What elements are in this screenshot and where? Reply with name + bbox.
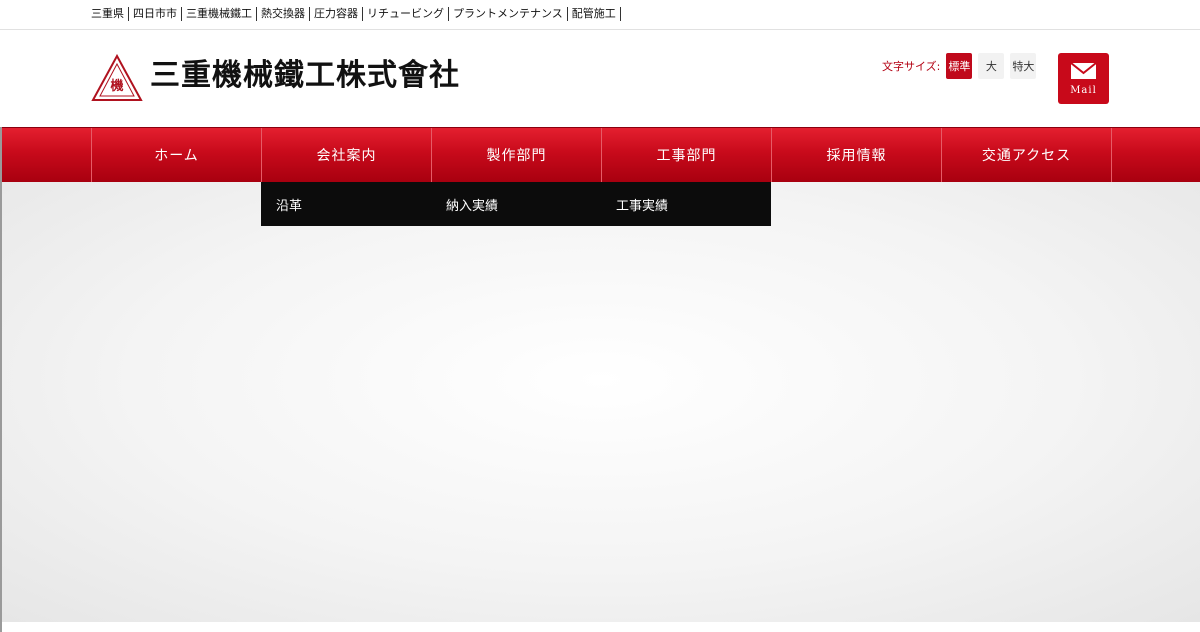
- nav-item-access[interactable]: 交通アクセス: [941, 128, 1112, 182]
- dropdown-item-history[interactable]: 沿革: [261, 182, 431, 226]
- company-logo-text[interactable]: 三重機械鐵工株式會社: [150, 58, 460, 94]
- font-size-xlarge-button[interactable]: 特大: [1010, 53, 1037, 79]
- keyword-item: 圧力容器: [310, 7, 363, 21]
- global-nav-list: ホーム 会社案内 製作部門 工事部門 採用情報 交通アクセス: [91, 128, 1112, 182]
- company-dropdown-menu: 沿革 納入実績 工事実績: [261, 182, 771, 226]
- company-logo-icon[interactable]: 機: [91, 54, 143, 102]
- keyword-item: 熱交換器: [257, 7, 310, 21]
- keyword-item: 三重機械鐵工: [182, 7, 257, 21]
- main-visual-area: [2, 182, 1200, 622]
- dropdown-item-construction-record[interactable]: 工事実績: [601, 182, 771, 226]
- keyword-item: リチュービング: [363, 7, 449, 21]
- font-size-standard-button[interactable]: 標準: [946, 53, 973, 79]
- font-size-large-button[interactable]: 大: [978, 53, 1005, 79]
- font-size-label: 文字サイズ:: [882, 60, 941, 73]
- keyword-item: 四日市市: [129, 7, 182, 21]
- nav-item-construction[interactable]: 工事部門: [601, 128, 771, 182]
- dropdown-item-delivery-record[interactable]: 納入実績: [431, 182, 601, 226]
- nav-item-home[interactable]: ホーム: [91, 128, 261, 182]
- global-nav: ホーム 会社案内 製作部門 工事部門 採用情報 交通アクセス: [2, 127, 1200, 182]
- keyword-item: 三重県: [91, 7, 129, 21]
- nav-item-fabrication[interactable]: 製作部門: [431, 128, 601, 182]
- mail-button[interactable]: Mail: [1058, 53, 1109, 104]
- top-keyword-bar: 三重県 四日市市 三重機械鐵工 熱交換器 圧力容器 リチュービング プラントメン…: [0, 0, 1200, 30]
- keyword-item: プラントメンテナンス: [449, 7, 568, 21]
- nav-item-recruit[interactable]: 採用情報: [771, 128, 941, 182]
- font-size-switcher: 文字サイズ: 標準 大 特大: [882, 53, 1042, 79]
- envelope-icon: [1070, 62, 1097, 79]
- svg-text:機: 機: [110, 78, 123, 94]
- mail-label: Mail: [1070, 85, 1097, 96]
- keyword-list: 三重県 四日市市 三重機械鐵工 熱交換器 圧力容器 リチュービング プラントメン…: [91, 7, 621, 21]
- nav-item-company[interactable]: 会社案内: [261, 128, 431, 182]
- site-header: 機 三重機械鐵工株式會社 文字サイズ: 標準 大 特大 Mail: [0, 30, 1200, 126]
- keyword-item: 配管施工: [568, 7, 621, 21]
